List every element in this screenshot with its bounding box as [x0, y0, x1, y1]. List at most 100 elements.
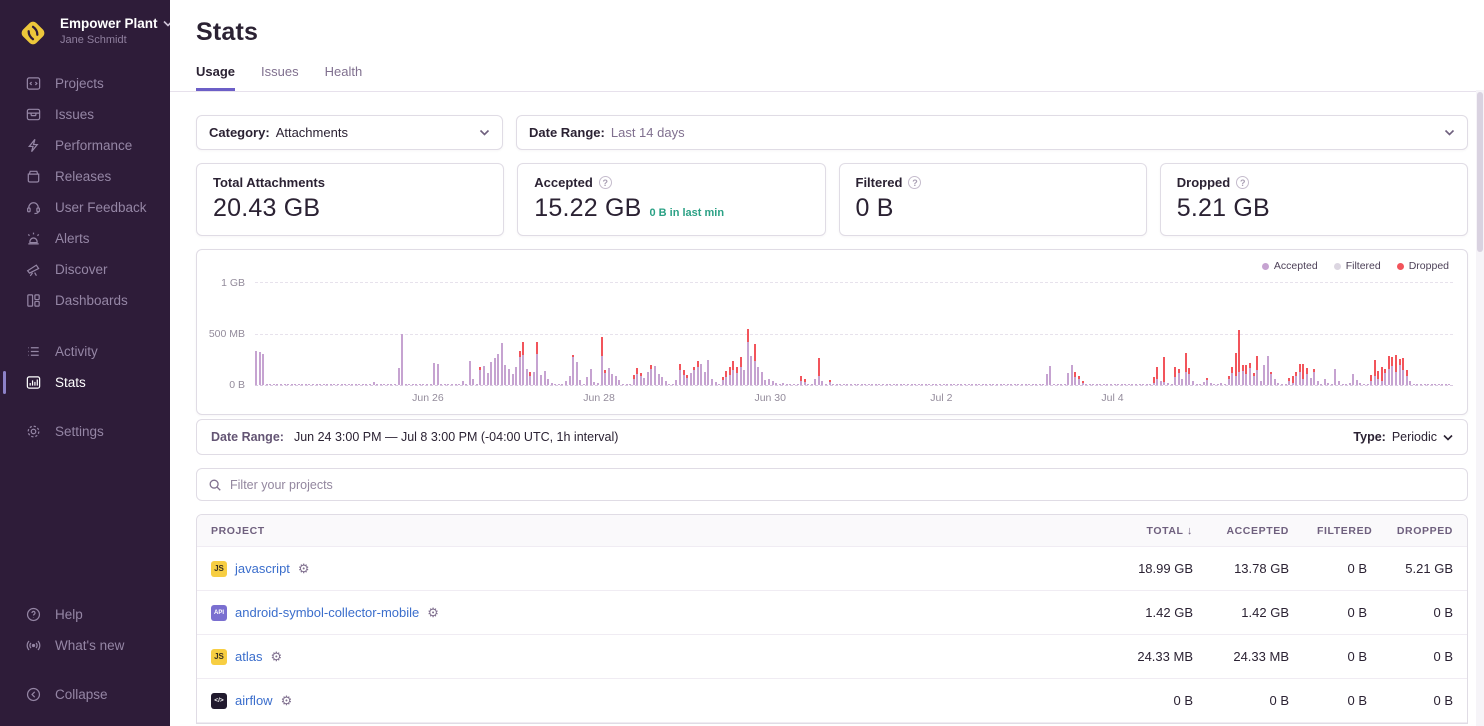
chart-bar[interactable] — [903, 384, 905, 385]
chart-bar[interactable] — [1231, 367, 1233, 385]
chart-bar[interactable] — [846, 384, 848, 385]
chart-bar[interactable] — [1025, 384, 1027, 385]
chart-bar[interactable] — [825, 384, 827, 385]
chart-bar[interactable] — [789, 384, 791, 385]
help-icon[interactable]: ? — [599, 176, 612, 189]
chart-bar[interactable] — [718, 384, 720, 386]
category-select[interactable]: Category: Attachments — [196, 115, 503, 150]
scrollbar-thumb[interactable] — [1477, 92, 1483, 252]
chart-bar[interactable] — [412, 384, 414, 385]
sidebar-item-performance[interactable]: Performance — [0, 130, 170, 161]
chart-bar[interactable] — [433, 363, 435, 385]
chart-bar[interactable] — [740, 357, 742, 385]
chart-bar[interactable] — [786, 384, 788, 386]
chart-bar[interactable] — [1213, 384, 1215, 385]
chart-bar[interactable] — [387, 384, 389, 385]
chart-bar[interactable] — [586, 377, 588, 385]
help-icon[interactable]: ? — [1236, 176, 1249, 189]
chart-bar[interactable] — [665, 381, 667, 385]
legend-accepted[interactable]: Accepted — [1262, 260, 1318, 272]
chart-bar[interactable] — [704, 372, 706, 385]
chart-bar[interactable] — [415, 384, 417, 385]
chart-bar[interactable] — [957, 384, 959, 385]
date-range-select[interactable]: Date Range: Last 14 days — [516, 115, 1468, 150]
chart-bar[interactable] — [1117, 384, 1119, 385]
chart-bar[interactable] — [861, 384, 863, 385]
chart-bar[interactable] — [490, 362, 492, 385]
chart-bar[interactable] — [1167, 383, 1169, 386]
chart-bar[interactable] — [1192, 381, 1194, 385]
chart-bar[interactable] — [1085, 384, 1087, 385]
chart-bar[interactable] — [1074, 372, 1076, 385]
chart-bar[interactable] — [935, 384, 937, 385]
sidebar-item-issues[interactable]: Issues — [0, 99, 170, 130]
chart-bar[interactable] — [1399, 359, 1401, 385]
chart-bar[interactable] — [259, 352, 261, 385]
chart-bar[interactable] — [462, 381, 464, 385]
chart-bar[interactable] — [522, 342, 524, 385]
chart-bar[interactable] — [707, 360, 709, 385]
col-project[interactable]: PROJECT — [197, 525, 1095, 537]
chart-bar[interactable] — [968, 384, 970, 385]
chart-bar[interactable] — [526, 369, 528, 385]
chart-bar[interactable] — [458, 384, 460, 385]
chart-bar[interactable] — [636, 368, 638, 385]
chart-bar[interactable] — [1374, 360, 1376, 385]
chart-bar[interactable] — [711, 379, 713, 385]
chart-bar[interactable] — [1142, 384, 1144, 385]
chart-bar[interactable] — [878, 384, 880, 385]
chart-bar[interactable] — [1017, 384, 1019, 385]
sidebar-item-whats-new[interactable]: What's new — [0, 630, 170, 661]
chart-bar[interactable] — [294, 384, 296, 385]
chart-bar[interactable] — [1053, 384, 1055, 385]
chart-bar[interactable] — [1028, 384, 1030, 385]
chart-bar[interactable] — [1131, 384, 1133, 385]
chart-bar[interactable] — [736, 367, 738, 385]
chart-bar[interactable] — [1370, 375, 1372, 385]
chart-bar[interactable] — [455, 384, 457, 385]
chart-bar[interactable] — [725, 371, 727, 385]
sidebar-item-alerts[interactable]: Alerts — [0, 223, 170, 254]
chart-bar[interactable] — [1149, 384, 1151, 385]
chart-bar[interactable] — [946, 384, 948, 385]
sidebar-item-user-feedback[interactable]: User Feedback — [0, 192, 170, 223]
chart-bar[interactable] — [1046, 374, 1048, 385]
col-dropped[interactable]: DROPPED — [1381, 525, 1467, 537]
chart-bar[interactable] — [1313, 369, 1315, 385]
chart-bar[interactable] — [1413, 384, 1415, 386]
chart-bar[interactable] — [554, 384, 556, 385]
chart-bar[interactable] — [754, 344, 756, 385]
chart-bar[interactable] — [1285, 384, 1287, 385]
chart-bar[interactable] — [576, 362, 578, 385]
chart-bar[interactable] — [1270, 372, 1272, 385]
chart-bar[interactable] — [1434, 384, 1436, 385]
chart-bar[interactable] — [362, 384, 364, 385]
chart-bar[interactable] — [1121, 384, 1123, 385]
chart-bar[interactable] — [1163, 357, 1165, 385]
chart-bar[interactable] — [668, 384, 670, 386]
chart-bar[interactable] — [1188, 368, 1190, 385]
chart-bar[interactable] — [273, 384, 275, 385]
chart-bar[interactable] — [1402, 358, 1404, 385]
chart-bar[interactable] — [896, 384, 898, 385]
chart-bar[interactable] — [1260, 381, 1262, 385]
chart-bar[interactable] — [1367, 384, 1369, 386]
chart-bar[interactable] — [900, 384, 902, 385]
legend-dropped[interactable]: Dropped — [1397, 260, 1449, 272]
chart-bar[interactable] — [875, 384, 877, 385]
chart-bar[interactable] — [807, 384, 809, 385]
chart-bar[interactable] — [1384, 369, 1386, 385]
chart-bar[interactable] — [1206, 378, 1208, 385]
chart-bar[interactable] — [1003, 384, 1005, 385]
chart-bar[interactable] — [1267, 356, 1269, 385]
chart-bar[interactable] — [996, 384, 998, 385]
chart-bar[interactable] — [1224, 384, 1226, 385]
chart-bar[interactable] — [921, 384, 923, 385]
chart-bar[interactable] — [978, 384, 980, 385]
chart-bar[interactable] — [444, 384, 446, 385]
chart-bar[interactable] — [405, 384, 407, 385]
chart-bar[interactable] — [1103, 384, 1105, 385]
chart-bar[interactable] — [536, 342, 538, 385]
chart-bar[interactable] — [465, 384, 467, 385]
chart-bar[interactable] — [561, 384, 563, 385]
